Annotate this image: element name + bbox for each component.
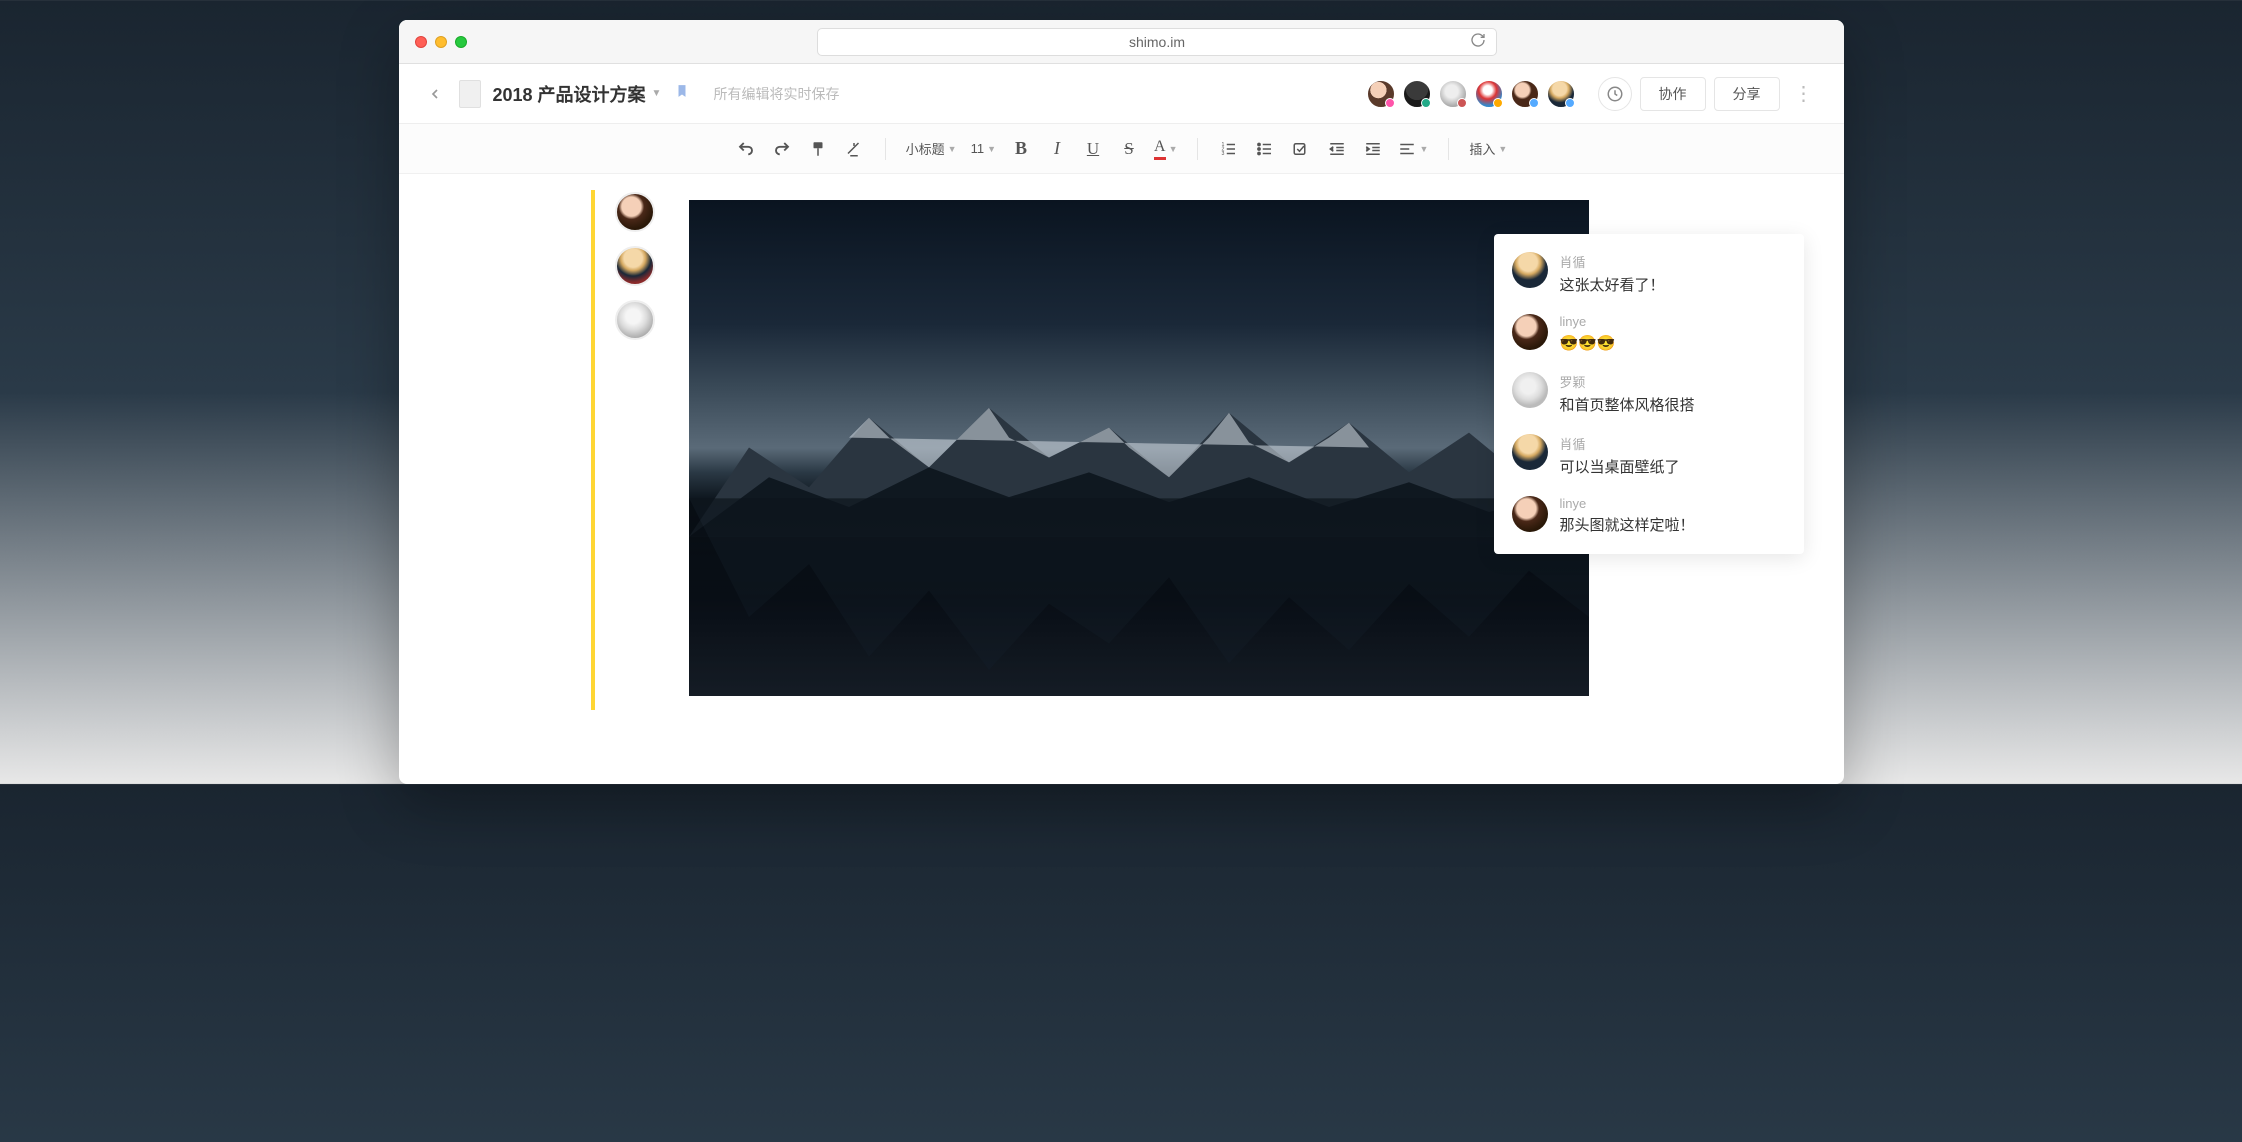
browser-window: shimo.im 2018 产品设计方案 ▼ 所有编辑将实时保存 [399, 20, 1844, 784]
collaborator-avatars [1366, 79, 1576, 109]
share-button[interactable]: 分享 [1714, 77, 1780, 111]
reload-icon[interactable] [1470, 32, 1486, 51]
comment-author: linye [1560, 496, 1786, 511]
checklist-button[interactable] [1286, 134, 1316, 164]
collaborator-avatar[interactable] [1438, 79, 1468, 109]
format-paint-button[interactable] [803, 134, 833, 164]
ordered-list-button[interactable]: 123 [1214, 134, 1244, 164]
insert-dropdown[interactable]: 插入 ▼ [1465, 134, 1511, 164]
unordered-list-button[interactable] [1250, 134, 1280, 164]
editor-toolbar: 小标题 ▼ 11 ▼ B I U S A ▼ 123 [399, 124, 1844, 174]
more-menu-button[interactable]: ⋮ [1788, 81, 1820, 106]
comment-author: 肖循 [1560, 434, 1786, 453]
history-button[interactable] [1598, 77, 1632, 111]
comment-item[interactable]: 罗颖和首页整体风格很搭 [1512, 372, 1786, 416]
comment-item[interactable]: linye 😎😎😎 [1512, 314, 1786, 354]
undo-button[interactable] [731, 134, 761, 164]
comment-author: 肖循 [1560, 252, 1786, 271]
collaborator-avatar[interactable] [1366, 79, 1396, 109]
italic-button[interactable]: I [1042, 134, 1072, 164]
presence-avatar[interactable] [615, 192, 655, 232]
chevron-down-icon: ▼ [987, 144, 996, 154]
comment-text: 😎😎😎 [1560, 333, 1786, 354]
collaborator-avatar[interactable] [1510, 79, 1540, 109]
chevron-down-icon: ▼ [948, 144, 957, 154]
toolbar-separator [1197, 138, 1198, 160]
toolbar-separator [885, 138, 886, 160]
comment-text: 这张太好看了！ [1560, 275, 1786, 296]
comment-item[interactable]: linye 那头图就这样定啦！ [1512, 496, 1786, 536]
text-color-button[interactable]: A ▼ [1150, 134, 1181, 164]
app-header: 2018 产品设计方案 ▼ 所有编辑将实时保存 协作 分享 [399, 64, 1844, 124]
comment-text: 那头图就这样定啦！ [1560, 515, 1786, 536]
svg-text:3: 3 [1222, 151, 1225, 157]
collaborate-button[interactable]: 协作 [1640, 77, 1706, 111]
comment-avatar [1512, 372, 1548, 408]
presence-avatar[interactable] [615, 246, 655, 286]
window-close-button[interactable] [415, 36, 427, 48]
align-button[interactable]: ▼ [1394, 134, 1432, 164]
bookmark-icon[interactable] [675, 82, 689, 105]
chevron-down-icon: ▼ [1169, 144, 1178, 154]
comment-author: 罗颖 [1560, 372, 1786, 391]
presence-avatar[interactable] [615, 300, 655, 340]
back-button[interactable] [423, 82, 447, 106]
comment-avatar [1512, 314, 1548, 350]
chevron-down-icon: ▼ [1419, 144, 1428, 154]
comment-item[interactable]: 肖循这张太好看了！ [1512, 252, 1786, 296]
document-image[interactable] [689, 200, 1589, 696]
browser-chrome: shimo.im [399, 20, 1844, 64]
indent-increase-button[interactable] [1358, 134, 1388, 164]
window-controls [415, 36, 467, 48]
collaborator-avatar[interactable] [1402, 79, 1432, 109]
url-text: shimo.im [1129, 34, 1185, 50]
comment-author: linye [1560, 314, 1786, 329]
selection-marker [591, 190, 595, 710]
editor-area[interactable]: 肖循这张太好看了！linye😎😎😎罗颖和首页整体风格很搭肖循可以当桌面壁纸了li… [399, 174, 1844, 734]
window-minimize-button[interactable] [435, 36, 447, 48]
toolbar-separator [1448, 138, 1449, 160]
url-bar[interactable]: shimo.im [817, 28, 1497, 56]
presence-avatars [615, 192, 655, 340]
collaborator-avatar[interactable] [1474, 79, 1504, 109]
comment-avatar [1512, 496, 1548, 532]
comment-text: 可以当桌面壁纸了 [1560, 457, 1786, 478]
comments-panel: 肖循这张太好看了！linye😎😎😎罗颖和首页整体风格很搭肖循可以当桌面壁纸了li… [1494, 234, 1804, 554]
redo-button[interactable] [767, 134, 797, 164]
comment-item[interactable]: 肖循可以当桌面壁纸了 [1512, 434, 1786, 478]
indent-decrease-button[interactable] [1322, 134, 1352, 164]
document-title[interactable]: 2018 产品设计方案 [493, 81, 646, 107]
font-size-dropdown[interactable]: 11 ▼ [967, 134, 1000, 164]
chevron-down-icon: ▼ [1498, 144, 1507, 154]
collaborator-avatar[interactable] [1546, 79, 1576, 109]
strikethrough-button[interactable]: S [1114, 134, 1144, 164]
bold-button[interactable]: B [1006, 134, 1036, 164]
comment-avatar [1512, 434, 1548, 470]
document-icon [459, 80, 481, 108]
heading-style-dropdown[interactable]: 小标题 ▼ [902, 134, 961, 164]
save-status: 所有编辑将实时保存 [713, 84, 839, 104]
comment-avatar [1512, 252, 1548, 288]
comment-text: 和首页整体风格很搭 [1560, 395, 1786, 416]
clear-format-button[interactable] [839, 134, 869, 164]
window-maximize-button[interactable] [455, 36, 467, 48]
title-dropdown-icon[interactable]: ▼ [652, 88, 662, 99]
underline-button[interactable]: U [1078, 134, 1108, 164]
